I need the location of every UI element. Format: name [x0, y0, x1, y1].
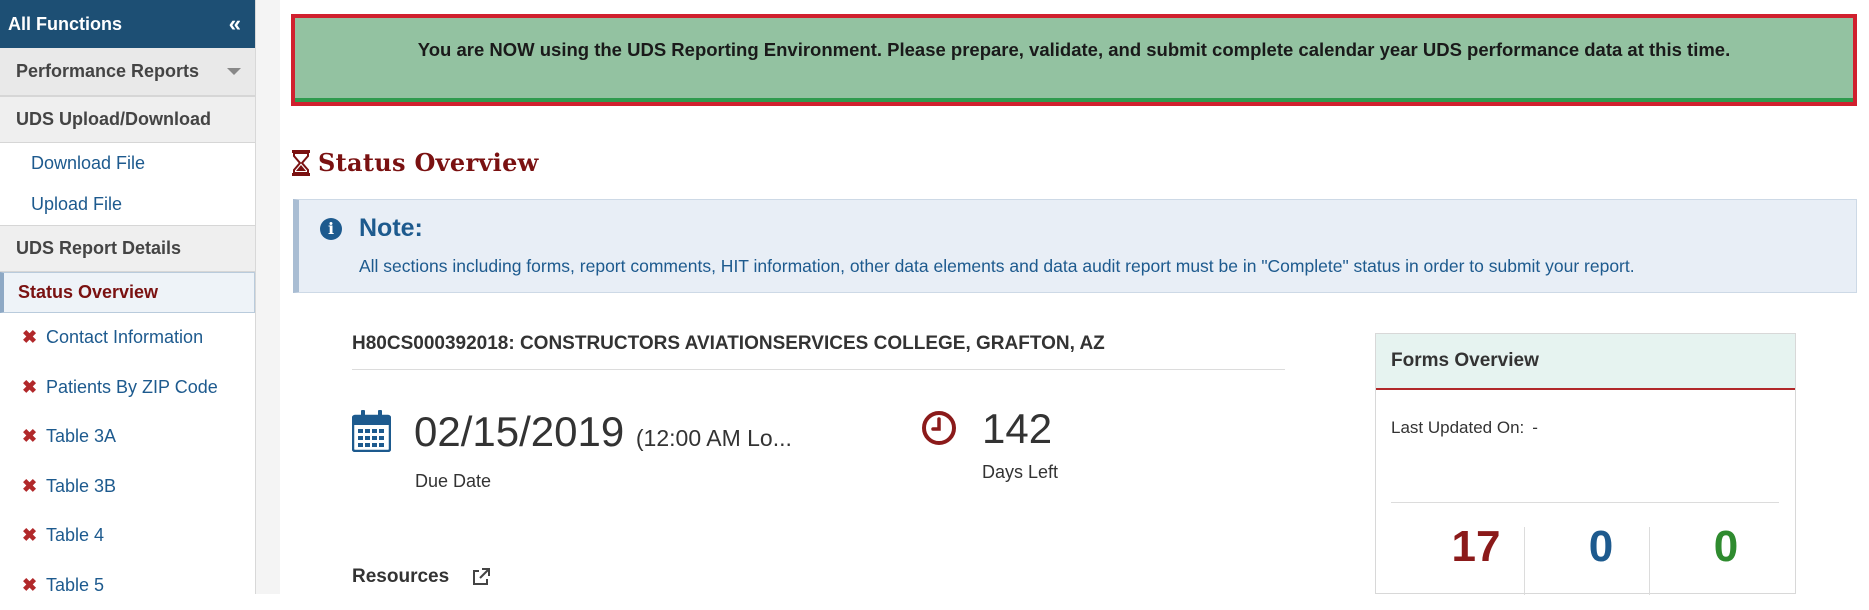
resources-label: Resources: [352, 566, 449, 588]
banner-text: You are NOW using the UDS Reporting Envi…: [418, 39, 1730, 61]
last-updated-label: Last Updated On:: [1391, 418, 1524, 437]
note-box: i Note: All sections including forms, re…: [293, 199, 1857, 293]
sidebar-item-table-4[interactable]: ✖ Table 4: [0, 511, 255, 561]
forms-overview-title: Forms Overview: [1376, 334, 1795, 390]
note-body: All sections including forms, report com…: [359, 256, 1635, 277]
sidebar-header: All Functions «: [0, 0, 255, 48]
incomplete-x-icon: ✖: [22, 575, 46, 596]
sidebar-section-report-details: UDS Report Details: [0, 225, 255, 272]
divider: [1524, 527, 1525, 595]
page-title-text: Status Overview: [318, 148, 539, 177]
environment-banner: You are NOW using the UDS Reporting Envi…: [291, 14, 1857, 106]
due-time: (12:00 AM Lo...: [636, 425, 792, 451]
due-date-value: 02/15/2019 (12:00 AM Lo...: [414, 408, 792, 456]
sidebar-section-upload-download: UDS Upload/Download: [0, 96, 255, 143]
incomplete-x-icon: ✖: [22, 426, 46, 447]
incomplete-x-icon: ✖: [22, 525, 46, 546]
days-left-value: 142: [982, 405, 1052, 453]
caret-down-icon[interactable]: [227, 68, 241, 75]
sidebar-item-label: Table 3A: [46, 426, 116, 447]
count-complete[interactable]: 0: [1666, 522, 1786, 572]
count-in-progress[interactable]: 0: [1541, 522, 1661, 572]
sidebar-group-performance-reports[interactable]: Performance Reports: [0, 48, 255, 96]
note-title: Note:: [359, 214, 423, 243]
sidebar-item-table-3b[interactable]: ✖ Table 3B: [0, 462, 255, 512]
grant-title: H80CS000392018: CONSTRUCTORS AVIATIONSER…: [352, 333, 1105, 355]
sidebar-item-label: Table 5: [46, 575, 104, 596]
days-left-label: Days Left: [982, 462, 1058, 483]
incomplete-x-icon: ✖: [22, 476, 46, 497]
sidebar-item-table-5[interactable]: ✖ Table 5: [0, 561, 255, 610]
calendar-icon: [352, 410, 391, 452]
sidebar-group-label: Performance Reports: [16, 61, 199, 82]
divider: [1649, 527, 1650, 595]
sidebar: All Functions « Performance Reports UDS …: [0, 0, 256, 594]
sidebar-title: All Functions: [8, 14, 122, 35]
main-gutter: [256, 0, 280, 594]
double-chevron-left-icon[interactable]: «: [229, 13, 241, 35]
forms-overview-panel: Forms Overview Last Updated On:- 17 0 0: [1375, 333, 1796, 594]
page-title: Status Overview: [292, 148, 539, 177]
clock-icon: [921, 410, 957, 446]
last-updated: Last Updated On:-: [1391, 418, 1538, 438]
sidebar-item-contact-information[interactable]: ✖ Contact Information: [0, 313, 255, 363]
resources-heading: Resources: [352, 566, 491, 588]
divider: [1391, 502, 1779, 503]
last-updated-value: -: [1532, 418, 1538, 437]
hourglass-icon: [292, 150, 310, 176]
sidebar-item-status-overview[interactable]: Status Overview: [0, 272, 255, 313]
sidebar-item-label: Table 4: [46, 525, 104, 546]
sidebar-link-upload-file[interactable]: Upload File: [0, 184, 255, 225]
sidebar-item-label: Patients By ZIP Code: [46, 377, 218, 398]
banner-underline: [295, 98, 1853, 102]
due-date: 02/15/2019: [414, 408, 624, 455]
incomplete-x-icon: ✖: [22, 377, 46, 398]
sidebar-item-patients-by-zip[interactable]: ✖ Patients By ZIP Code: [0, 363, 255, 413]
sidebar-item-label: Table 3B: [46, 476, 116, 497]
sidebar-link-download-file[interactable]: Download File: [0, 143, 255, 184]
count-incomplete[interactable]: 17: [1416, 522, 1536, 572]
incomplete-x-icon: ✖: [22, 327, 46, 348]
sidebar-item-label: Contact Information: [46, 327, 203, 348]
external-link-icon[interactable]: [471, 567, 491, 587]
sidebar-item-table-3a[interactable]: ✖ Table 3A: [0, 412, 255, 462]
due-date-label: Due Date: [415, 471, 491, 492]
divider: [352, 369, 1285, 370]
info-icon: i: [320, 218, 342, 240]
